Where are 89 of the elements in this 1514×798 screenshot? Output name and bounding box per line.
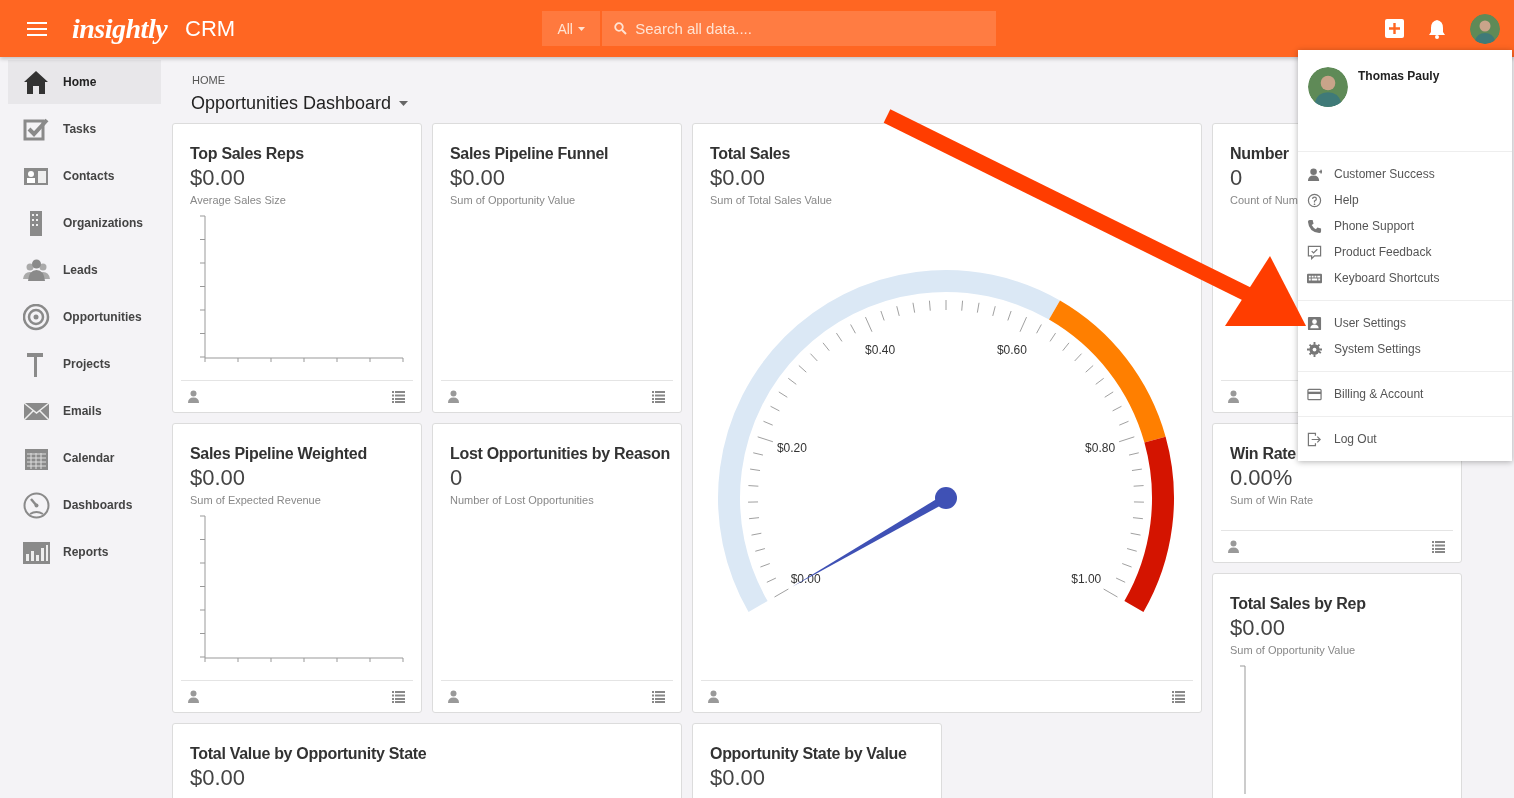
sidebar-item[interactable]: Leads bbox=[8, 248, 161, 292]
phone-icon bbox=[1307, 218, 1322, 234]
menu-item[interactable]: Keyboard Shortcuts bbox=[1298, 265, 1512, 291]
search-icon bbox=[614, 22, 628, 35]
help-icon bbox=[1307, 192, 1322, 208]
person-icon[interactable] bbox=[447, 390, 460, 403]
card-value: $0.00 bbox=[190, 465, 246, 491]
card-title: Total Sales bbox=[710, 145, 790, 163]
logout-icon bbox=[1307, 431, 1322, 447]
menu-item[interactable]: Log Out bbox=[1298, 426, 1512, 452]
gauge-label: $0.00 bbox=[790, 572, 821, 586]
menu-item[interactable]: Phone Support bbox=[1298, 213, 1512, 239]
person-plus-icon bbox=[1307, 166, 1322, 182]
card-title: Top Sales Reps bbox=[190, 145, 304, 163]
card-value: 0 bbox=[450, 465, 463, 491]
sidebar-item[interactable]: Projects bbox=[8, 342, 161, 386]
card-subtitle: Sum of Total Sales Value bbox=[710, 194, 832, 206]
card-subtitle: Sum of Win Rate bbox=[1230, 494, 1314, 506]
card-value: $0.00 bbox=[710, 165, 766, 191]
menu-item[interactable]: Customer Success bbox=[1298, 161, 1512, 187]
gauge-label: $0.40 bbox=[865, 343, 896, 357]
menu-item[interactable]: System Settings bbox=[1298, 336, 1512, 362]
person-icon[interactable] bbox=[1227, 390, 1240, 403]
caret-icon bbox=[399, 101, 409, 106]
list-icon[interactable] bbox=[392, 690, 405, 703]
card-value: $0.00 bbox=[190, 765, 246, 791]
notifications-bell-icon[interactable] bbox=[1428, 18, 1446, 39]
menu-item[interactable]: Help bbox=[1298, 187, 1512, 213]
gauge-label: $0.60 bbox=[996, 343, 1027, 357]
dashboard-selector[interactable]: Opportunities Dashboard bbox=[191, 93, 409, 114]
sidebar-item[interactable]: Dashboards bbox=[8, 483, 161, 527]
chat-check-icon bbox=[1307, 244, 1322, 260]
card-title: Total Sales by Rep bbox=[1230, 595, 1366, 613]
menu-item[interactable]: Product Feedback bbox=[1298, 239, 1512, 265]
card-value: 0.00% bbox=[1230, 465, 1293, 491]
user-name: Thomas Pauly bbox=[1358, 69, 1440, 83]
list-icon[interactable] bbox=[652, 690, 665, 703]
product-name: CRM bbox=[185, 15, 236, 42]
target-icon bbox=[23, 303, 50, 331]
user-avatar bbox=[1308, 67, 1348, 107]
gauge-icon bbox=[23, 491, 50, 519]
sidebar-item[interactable]: Calendar bbox=[8, 436, 161, 480]
sidebar-item[interactable]: Tasks bbox=[8, 107, 161, 151]
card-title: Total Value by Opportunity State bbox=[190, 745, 427, 763]
card-value: 0 bbox=[1230, 165, 1243, 191]
card-value: $0.00 bbox=[710, 765, 766, 791]
add-button[interactable] bbox=[1385, 19, 1404, 38]
sidebar-item[interactable]: Organizations bbox=[8, 201, 161, 245]
gauge-label: $1.00 bbox=[1071, 572, 1102, 586]
list-icon[interactable] bbox=[1172, 690, 1185, 703]
menu-item[interactable]: Billing & Account bbox=[1298, 381, 1512, 407]
gauge-label: $0.20 bbox=[776, 440, 807, 455]
settings-icon bbox=[1307, 341, 1322, 357]
card-title: Win Rate bbox=[1230, 445, 1296, 463]
person-icon[interactable] bbox=[187, 690, 200, 703]
card-title: Sales Pipeline Weighted bbox=[190, 445, 367, 463]
menu-icon[interactable] bbox=[27, 20, 47, 37]
home-icon bbox=[23, 68, 50, 96]
sidebar-item[interactable]: Contacts bbox=[8, 154, 161, 198]
card-subtitle: Sum of Opportunity Value bbox=[1230, 644, 1356, 656]
person-icon[interactable] bbox=[1227, 540, 1240, 553]
card-subtitle: Number of Lost Opportunities bbox=[450, 494, 594, 506]
user-avatar[interactable] bbox=[1470, 13, 1500, 44]
sidebar-item[interactable]: Opportunities bbox=[8, 295, 161, 339]
card-title: Number bbox=[1230, 145, 1289, 163]
card-value: $0.00 bbox=[1230, 615, 1286, 641]
card-title: Opportunity State by Value bbox=[710, 745, 907, 763]
gauge-label: $0.80 bbox=[1085, 440, 1116, 455]
person-icon[interactable] bbox=[447, 690, 460, 703]
caret-icon bbox=[578, 26, 585, 31]
list-icon[interactable] bbox=[392, 390, 405, 403]
list-icon[interactable] bbox=[1432, 540, 1445, 553]
sidebar-item[interactable]: Home bbox=[8, 60, 161, 104]
card-subtitle: Sum of Opportunity Value bbox=[450, 194, 576, 206]
list-icon[interactable] bbox=[652, 390, 665, 403]
sidebar-item[interactable]: Emails bbox=[8, 389, 161, 433]
sidebar-item[interactable]: Reports bbox=[8, 530, 161, 574]
card-title: Lost Opportunities by Reason bbox=[450, 445, 671, 463]
card-subtitle: Average Sales Size bbox=[190, 194, 286, 206]
credit-card-icon bbox=[1307, 386, 1322, 402]
card-subtitle: Count of Num bbox=[1230, 194, 1298, 206]
card-title: Sales Pipeline Funnel bbox=[450, 145, 609, 163]
person-icon[interactable] bbox=[707, 690, 720, 703]
user-card-icon bbox=[1307, 315, 1322, 331]
breadcrumb[interactable]: HOME bbox=[192, 74, 225, 86]
card-value: $0.00 bbox=[450, 165, 506, 191]
person-icon[interactable] bbox=[187, 390, 200, 403]
card-subtitle: Sum of Expected Revenue bbox=[190, 494, 321, 506]
card-value: $0.00 bbox=[190, 165, 246, 191]
